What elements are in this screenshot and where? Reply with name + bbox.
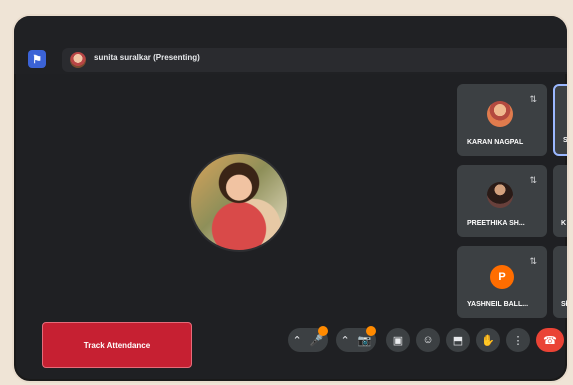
emoji-button[interactable]: ☺	[416, 328, 440, 352]
present-icon: ⬒	[452, 334, 464, 347]
participant-initial-avatar: P	[490, 265, 514, 289]
presenter-name: sunita suralkar (Presenting)	[94, 53, 200, 62]
track-attendance-button[interactable]: Track Attendance	[42, 322, 192, 368]
participant-name: PREETHIKA SH...	[467, 220, 525, 227]
captions-icon: ▣	[392, 334, 404, 347]
phone-hangup-icon: ☎	[543, 334, 557, 347]
participant-name: Sł	[561, 301, 568, 308]
presenter-avatar	[70, 52, 86, 68]
participant-name: KARAN NAGPAL	[467, 139, 524, 146]
hand-icon: ✋	[481, 334, 495, 347]
participant-tile-yashneil[interactable]: ⇅ P YASHNEIL BALL...	[457, 246, 547, 318]
camera-control[interactable]: ⌃ 📷	[336, 326, 376, 352]
participant-name: K	[561, 220, 567, 227]
participant-tile-partial-1[interactable]: Sı	[553, 84, 569, 156]
more-vertical-icon: ⋮	[512, 334, 524, 347]
raise-hand-button[interactable]: ✋	[476, 328, 500, 352]
meeting-app-icon[interactable]: ⚑	[28, 50, 46, 68]
end-call-button[interactable]: ☎	[536, 328, 564, 352]
present-button[interactable]: ⬒	[446, 328, 470, 352]
camera-warning-badge	[366, 326, 376, 336]
more-options-button[interactable]: ⋮	[506, 328, 530, 352]
meet-window: ⚑ sunita suralkar (Presenting) ⇅ KARAN N…	[12, 14, 569, 383]
captions-button[interactable]: ▣	[386, 328, 410, 352]
participant-tile-partial-2[interactable]: K	[553, 165, 567, 237]
participant-tile-karan[interactable]: ⇅ KARAN NAGPAL	[457, 84, 547, 156]
participant-name: YASHNEIL BALL...	[467, 301, 529, 308]
mic-muted-icon: ⇅	[529, 175, 537, 185]
presenter-bar[interactable]: sunita suralkar (Presenting)	[62, 48, 567, 72]
participant-tile-preethika[interactable]: ⇅ PREETHIKA SH...	[457, 165, 547, 237]
participant-avatar	[487, 101, 513, 127]
mic-warning-badge	[318, 326, 328, 336]
chevron-up-icon: ⌃	[292, 334, 302, 347]
participant-name: Sı	[563, 137, 569, 144]
main-speaker-avatar	[189, 152, 289, 252]
participant-tile-partial-3[interactable]: Sł	[553, 246, 568, 318]
mic-muted-icon: ⇅	[529, 94, 537, 104]
mic-muted-icon: ⇅	[529, 256, 537, 266]
chevron-up-icon: ⌃	[340, 334, 350, 347]
participant-avatar	[487, 182, 513, 208]
emoji-icon: ☺	[422, 334, 434, 346]
top-bar: ⚑ sunita suralkar (Presenting)	[14, 16, 567, 74]
mic-control[interactable]: ⌃ 🎤	[288, 326, 328, 352]
